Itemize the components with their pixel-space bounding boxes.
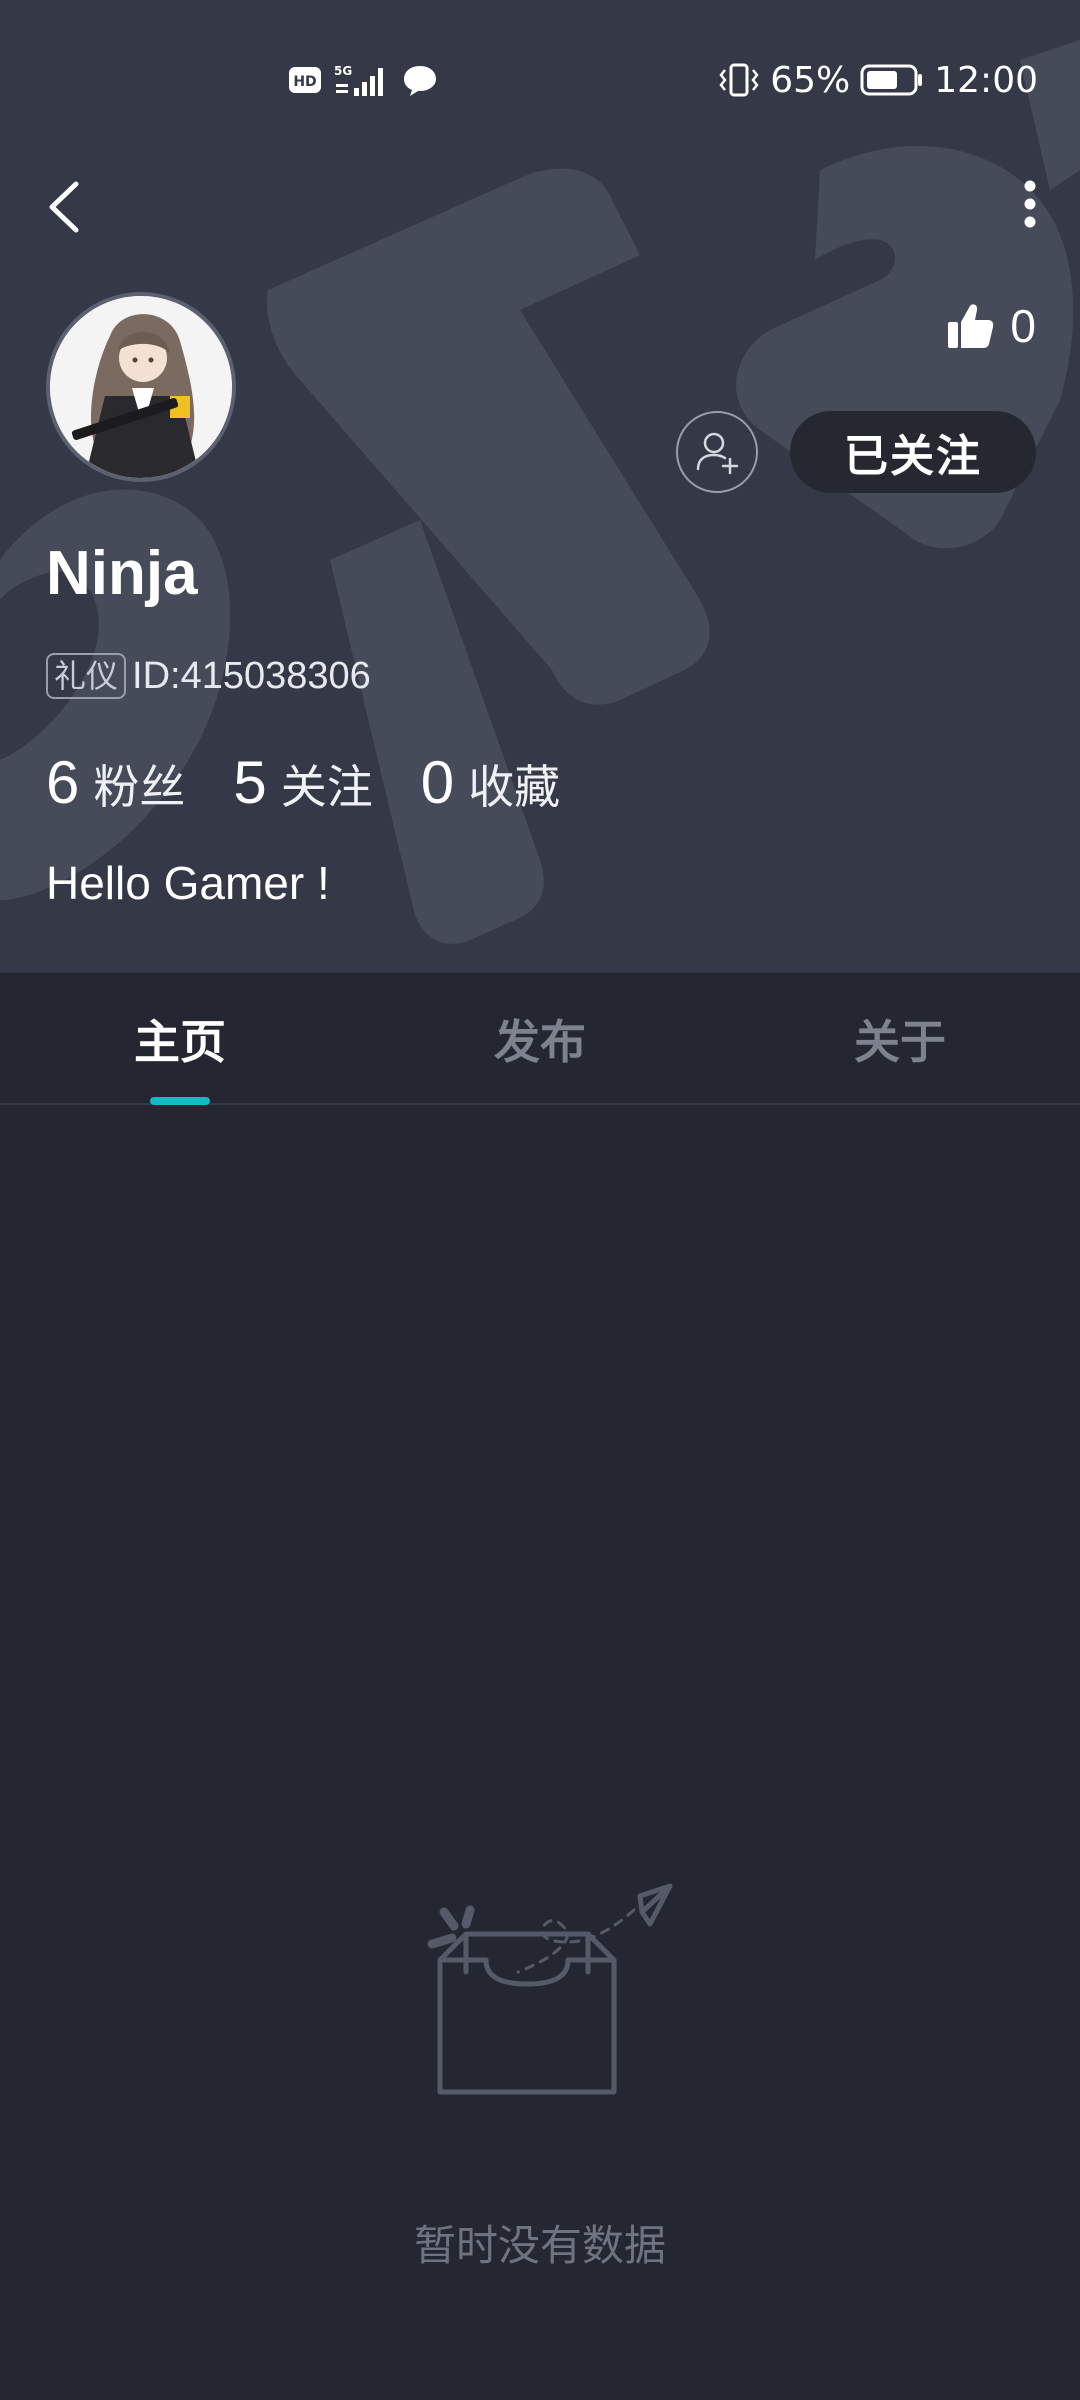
stat-label: 粉丝 (93, 761, 186, 813)
stat-value: 5 (233, 749, 267, 816)
5g-signal-icon: 5G (334, 64, 383, 96)
battery-percent: 65% (770, 59, 851, 101)
clock: 12:00 (934, 59, 1038, 101)
empty-state-text: 暂时没有数据 (413, 2221, 666, 2270)
likes-counter[interactable]: 0 (946, 296, 1036, 356)
svg-text:5G: 5G (334, 64, 352, 78)
stat-label: 关注 (280, 761, 373, 813)
thumbs-up-icon (948, 304, 994, 348)
likes-count: 0 (1010, 300, 1036, 352)
bio: Hello Gamer ! (46, 857, 330, 909)
svg-text:HD: HD (293, 74, 316, 90)
empty-inbox-icon (427, 1883, 673, 2095)
battery-icon (860, 64, 923, 96)
tab-about[interactable]: 关于 (720, 975, 1080, 1103)
tab-home[interactable]: 主页 (0, 975, 360, 1103)
status-bar-right: 65% 12:00 (718, 58, 1038, 102)
hd-icon: HD (289, 67, 321, 93)
add-user-icon (696, 432, 739, 475)
username: Ninja (46, 539, 198, 608)
stat-favorites[interactable]: 0 收藏 (421, 748, 560, 817)
avatar-illustration (50, 296, 232, 478)
stat-label: 收藏 (468, 761, 561, 813)
more-options-icon[interactable] (1010, 176, 1050, 232)
vibrate-icon (719, 63, 759, 97)
stat-value: 0 (420, 749, 455, 816)
stat-fans[interactable]: 6 粉丝 (46, 748, 185, 817)
status-bar-left: HD 5G (288, 60, 438, 100)
message-icon (404, 66, 436, 96)
user-id-row: 礼仪 ID:415038306 (46, 650, 371, 702)
add-friend-button[interactable] (676, 411, 758, 493)
profile-tabs: 主页 发布 关于 (0, 975, 1080, 1105)
active-tab-indicator (150, 1097, 210, 1105)
tab-posts[interactable]: 发布 (360, 975, 720, 1103)
stat-value: 6 (46, 749, 80, 816)
etiquette-badge: 礼仪 (46, 653, 127, 699)
profile-stats: 6 粉丝 5 关注 0 收藏 (46, 748, 608, 818)
followed-button[interactable]: 已关注 (790, 411, 1036, 493)
profile-header: HD 5G 65% 12:00 0 已关注 Ninja 礼仪 ID:415038… (0, 0, 1080, 973)
stat-following[interactable]: 5 关注 (233, 748, 372, 817)
back-arrow-icon[interactable] (40, 172, 90, 242)
avatar[interactable] (46, 292, 236, 482)
user-id: ID:415038306 (132, 654, 371, 697)
